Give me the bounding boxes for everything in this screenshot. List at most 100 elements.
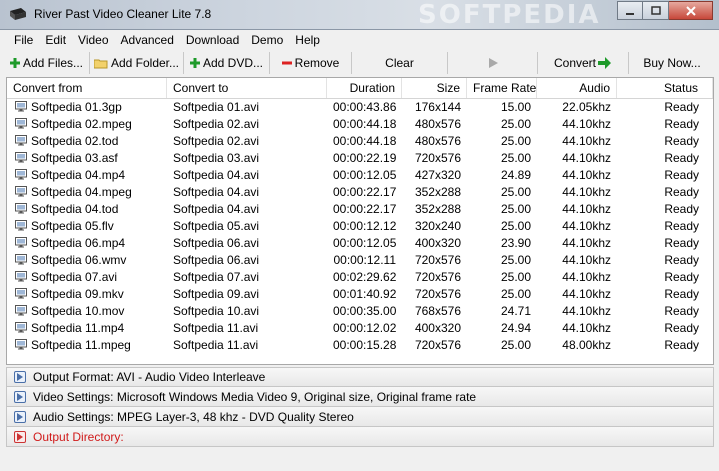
column-header-size[interactable]: Size: [402, 78, 467, 98]
expand-icon[interactable]: [14, 410, 26, 423]
remove-button[interactable]: Remove: [270, 52, 352, 74]
cell-duration: 00:00:12.11: [333, 253, 396, 267]
cell-duration: 00:02:29.62: [333, 270, 397, 284]
cell-duration: 00:00:22.17: [333, 185, 397, 199]
video-file-icon: [15, 101, 27, 112]
cell-convert-to: Softpedia 03.avi: [173, 151, 260, 165]
cell-audio: 44.10khz: [562, 304, 611, 318]
video-file-icon: [15, 271, 27, 282]
cell-audio: 44.10khz: [562, 151, 611, 165]
cell-frame-rate: 15.00: [500, 100, 531, 114]
cell-status: Ready: [664, 270, 699, 284]
clear-button[interactable]: Clear: [352, 52, 448, 74]
output-directory-text: Output Directory:: [33, 429, 124, 444]
table-row[interactable]: Softpedia 02.tod Softpedia 02.avi 00:00:44…: [7, 133, 713, 150]
expand-icon[interactable]: [14, 390, 26, 403]
cell-convert-from: Softpedia 04.mpeg: [7, 184, 167, 201]
column-header-frame-rate[interactable]: Frame Rate: [467, 78, 537, 98]
file-list[interactable]: Convert from Convert to Duration Size Fr…: [6, 77, 714, 365]
table-row[interactable]: Softpedia 11.mp4 Softpedia 11.avi 00:00:12…: [7, 320, 713, 337]
table-row[interactable]: Softpedia 04.mp4 Softpedia 04.avi 00:00:12…: [7, 167, 713, 184]
cell-status: Ready: [664, 321, 699, 335]
menu-download[interactable]: Download: [180, 33, 245, 47]
status-bar: [0, 449, 719, 471]
table-row[interactable]: Softpedia 05.flv Softpedia 05.avi 00:00:12…: [7, 218, 713, 235]
table-row[interactable]: Softpedia 04.tod Softpedia 04.avi 00:00:22…: [7, 201, 713, 218]
video-file-icon: [15, 220, 27, 231]
menu-file[interactable]: File: [8, 33, 39, 47]
column-header-convert-to[interactable]: Convert to: [167, 78, 327, 98]
video-file-icon: [15, 305, 27, 316]
video-file-icon: [15, 203, 27, 214]
menu-edit[interactable]: Edit: [39, 33, 72, 47]
audio-settings-panel[interactable]: Audio Settings: MPEG Layer-3, 48 khz - D…: [6, 407, 714, 427]
output-directory-panel[interactable]: Output Directory:: [6, 427, 714, 447]
add-dvd-label: Add DVD...: [202, 56, 264, 70]
expand-icon[interactable]: [14, 430, 26, 443]
cell-frame-rate: 25.00: [500, 117, 531, 131]
play-button[interactable]: [448, 52, 538, 74]
cell-size: 720x576: [414, 287, 461, 301]
video-settings-panel[interactable]: Video Settings: Microsoft Windows Media …: [6, 387, 714, 407]
cell-convert-from: Softpedia 02.tod: [7, 133, 167, 150]
folder-icon: [93, 59, 108, 68]
output-format-panel[interactable]: Output Format: AVI - Audio Video Interle…: [6, 367, 714, 387]
column-header-convert-from[interactable]: Convert from: [7, 78, 167, 98]
add-files-button[interactable]: Add Files...: [4, 52, 90, 74]
buy-now-button[interactable]: Buy Now...: [629, 52, 715, 74]
cell-size: 720x576: [414, 338, 461, 352]
column-header-duration[interactable]: Duration: [327, 78, 402, 98]
cell-convert-from: Softpedia 10.mov: [7, 303, 167, 320]
table-row[interactable]: Softpedia 04.mpeg Softpedia 04.avi 00:00:2…: [7, 184, 713, 201]
video-file-icon: [15, 169, 27, 180]
convert-button[interactable]: Convert: [538, 52, 629, 74]
file-name: Softpedia 07.avi: [31, 270, 118, 284]
column-header-status[interactable]: Status: [617, 78, 713, 98]
table-row[interactable]: Softpedia 06.wmv Softpedia 06.avi 00:00:12…: [7, 252, 713, 269]
cell-convert-to: Softpedia 09.avi: [173, 287, 260, 301]
video-file-icon: [15, 237, 27, 248]
column-header-audio[interactable]: Audio: [537, 78, 617, 98]
table-row[interactable]: Softpedia 01.3gp Softpedia 01.avi 00:00:43…: [7, 99, 713, 116]
buy-now-label: Buy Now...: [643, 56, 701, 70]
plus-icon: [189, 58, 200, 68]
cell-convert-from: Softpedia 07.avi: [7, 269, 167, 286]
cell-status: Ready: [664, 219, 699, 233]
cell-frame-rate: 25.00: [500, 134, 531, 148]
window-controls: [617, 1, 713, 21]
add-folder-button[interactable]: Add Folder...: [90, 52, 184, 74]
table-row[interactable]: Softpedia 07.avi Softpedia 07.avi 00:02:29…: [7, 269, 713, 286]
title-bar[interactable]: River Past Video Cleaner Lite 7.8 SOFTPE…: [0, 0, 719, 30]
table-row[interactable]: Softpedia 02.mpeg Softpedia 02.avi 00:00:4…: [7, 116, 713, 133]
expand-icon[interactable]: [14, 371, 26, 383]
add-dvd-button[interactable]: Add DVD...: [184, 52, 270, 74]
menu-advanced[interactable]: Advanced: [115, 33, 180, 47]
cell-duration: 00:00:44.18: [333, 117, 397, 131]
cell-audio: 44.10khz: [562, 168, 611, 182]
minus-icon: [281, 61, 292, 65]
cell-frame-rate: 25.00: [500, 151, 531, 165]
table-row[interactable]: Softpedia 10.mov Softpedia 10.avi 00:00:35…: [7, 303, 713, 320]
maximize-icon: [650, 5, 661, 15]
close-button[interactable]: [669, 1, 713, 20]
file-name: Softpedia 06.mp4: [31, 236, 126, 250]
cell-size: 768x576: [414, 304, 461, 318]
menu-help[interactable]: Help: [289, 33, 326, 47]
cell-frame-rate: 25.00: [500, 270, 531, 284]
table-row[interactable]: Softpedia 06.mp4 Softpedia 06.avi 00:00:12…: [7, 235, 713, 252]
minimize-button[interactable]: [617, 1, 643, 20]
maximize-button[interactable]: [643, 1, 669, 20]
table-row[interactable]: Softpedia 03.asf Softpedia 03.avi 00:00:22…: [7, 150, 713, 167]
video-file-icon: [15, 118, 27, 129]
table-row[interactable]: Softpedia 11.mpeg Softpedia 11.avi 00:00:1…: [7, 337, 713, 354]
video-file-icon: [15, 186, 27, 197]
file-name: Softpedia 04.mp4: [31, 168, 126, 182]
cell-size: 720x576: [414, 270, 461, 284]
file-name: Softpedia 11.mp4: [31, 321, 125, 335]
cell-size: 720x576: [414, 253, 461, 267]
cell-size: 427x320: [414, 168, 461, 182]
menu-video[interactable]: Video: [72, 33, 114, 47]
menu-demo[interactable]: Demo: [245, 33, 289, 47]
table-row[interactable]: Softpedia 09.mkv Softpedia 09.avi 00:01:40…: [7, 286, 713, 303]
cell-size: 720x576: [414, 151, 461, 165]
